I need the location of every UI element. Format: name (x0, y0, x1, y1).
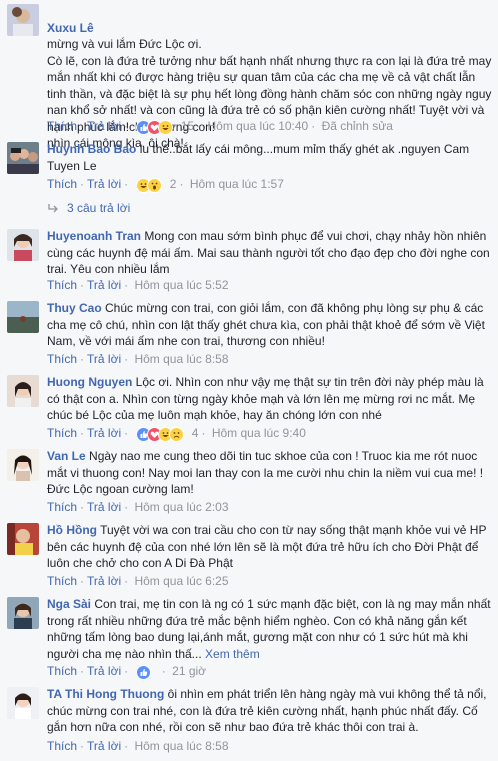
reply-link[interactable]: Trả lời (87, 663, 121, 679)
like-link[interactable]: Thích (47, 425, 77, 441)
comment-actions: Thích · Trả lời · Hôm qua lúc 6:25 (47, 573, 229, 589)
commenter-name[interactable]: Hồ Hồng (47, 523, 97, 537)
avatar[interactable] (7, 229, 39, 261)
reply-link[interactable]: Trả lời (87, 499, 121, 515)
comment-timestamp[interactable]: Hôm qua lúc 8:58 (134, 738, 228, 754)
like-link[interactable]: Thích (47, 118, 77, 134)
avatar[interactable] (7, 375, 39, 407)
comment-actions: Thích · Trả lời · Hôm qua lúc 5:52 (47, 277, 229, 293)
comment-text: Tuyệt vời wa con trai cầu cho con từ nay… (47, 523, 487, 570)
avatar[interactable] (7, 523, 39, 555)
comment-actions: Thích · Trả lời · 2 · Hôm qua lúc 1:57 (47, 175, 284, 194)
commenter-name[interactable]: Thuy Cao (47, 301, 102, 315)
reaction-icons[interactable] (136, 119, 174, 136)
reaction-icons[interactable] (136, 177, 163, 194)
comment-timestamp[interactable]: Hôm qua lúc 1:57 (190, 176, 284, 192)
comment-timestamp[interactable]: Hôm qua lúc 8:58 (134, 351, 228, 367)
see-more-link[interactable]: Xem thêm (205, 647, 260, 661)
commenter-name[interactable]: Nga Sài (47, 597, 91, 611)
comment-timestamp[interactable]: Hôm qua lúc 5:52 (134, 277, 228, 293)
reply-link[interactable]: Trả lời (87, 738, 121, 754)
comment-actions: Thích · Trả lời · 4 · Hôm qua lúc 9:40 (47, 424, 306, 443)
commenter-name[interactable]: Van Le (47, 449, 86, 463)
avatar[interactable] (7, 597, 39, 629)
comment-actions: Thích · Trả lời · Hôm qua lúc 8:58 (47, 351, 229, 367)
commenter-name[interactable]: Huong Nguyen (47, 375, 132, 389)
comment-text: Ngày nao me cung theo dõi tin tuc skhoe … (47, 449, 484, 496)
comment-actions: Thích · Trả lời · Hôm qua lúc 2:03 (47, 499, 229, 515)
avatar-image (7, 687, 39, 719)
reply-link[interactable]: Trả lời (87, 573, 121, 589)
haha-reaction-icon (158, 120, 174, 136)
reaction-count[interactable]: 15 (181, 118, 194, 134)
like-link[interactable]: Thích (47, 663, 77, 679)
reply-arrow-icon (48, 203, 58, 213)
comment-timestamp[interactable]: Hôm qua lúc 2:03 (134, 499, 228, 515)
avatar[interactable] (7, 4, 39, 36)
avatar-image (7, 4, 39, 36)
comment-actions: Thích · Trả lời · 15 · Hôm qua lúc 10:40 · Đã… (47, 117, 393, 136)
avatar-image (7, 449, 39, 481)
reply-link[interactable]: Trả lời (87, 118, 121, 134)
like-reaction-icon (136, 665, 152, 681)
view-replies-link[interactable]: 3 câu trả lời (47, 200, 130, 216)
reaction-icons[interactable] (136, 664, 152, 681)
avatar-image (7, 142, 39, 174)
avatar-image (7, 523, 39, 555)
like-link[interactable]: Thích (47, 176, 77, 192)
like-link[interactable]: Thích (47, 738, 77, 754)
avatar-image (7, 597, 39, 629)
avatar[interactable] (7, 449, 39, 481)
avatar[interactable] (7, 687, 39, 719)
reaction-count[interactable]: 4 (192, 425, 199, 441)
wow-reaction-icon (147, 178, 163, 194)
reply-link[interactable]: Trả lời (87, 351, 121, 367)
commenter-name[interactable]: Huyenoanh Tran (47, 229, 141, 243)
comment-actions: Thích · Trả lời · Hôm qua lúc 8:58 (47, 738, 229, 754)
avatar-image (7, 301, 39, 333)
comment-actions: Thích · Trả lời · · 21 giờ (47, 662, 206, 681)
like-link[interactable]: Thích (47, 351, 77, 367)
reaction-icons[interactable] (136, 426, 185, 443)
like-link[interactable]: Thích (47, 499, 77, 515)
edited-label[interactable]: Đã chỉnh sửa (322, 118, 393, 134)
commenter-name[interactable]: Huynh Bao Bao (47, 142, 136, 156)
reply-link[interactable]: Trả lời (87, 425, 121, 441)
like-link[interactable]: Thích (47, 573, 77, 589)
sad-reaction-icon (169, 427, 185, 443)
reply-link[interactable]: Trả lời (87, 277, 121, 293)
like-link[interactable]: Thích (47, 277, 77, 293)
reply-link[interactable]: Trả lời (87, 176, 121, 192)
comment-timestamp[interactable]: Hôm qua lúc 9:40 (212, 425, 306, 441)
commenter-name[interactable]: TA Thi Hong Thuong (47, 687, 164, 701)
comment-text: Chúc mừng con trai, con giỏi lắm, con đã… (47, 301, 485, 348)
comment-timestamp[interactable]: Hôm qua lúc 6:25 (134, 573, 228, 589)
comment-text: Con trai, mẹ tin con là ng có 1 sức mạnh… (47, 597, 491, 661)
avatar[interactable] (7, 301, 39, 333)
comment-timestamp[interactable]: 21 giờ (172, 663, 206, 679)
avatar[interactable] (7, 142, 39, 174)
avatar-image (7, 229, 39, 261)
reaction-count[interactable]: 2 (170, 176, 177, 192)
comment-timestamp[interactable]: Hôm qua lúc 10:40 (208, 118, 309, 134)
replies-count-label[interactable]: 3 câu trả lời (67, 201, 130, 215)
commenter-name[interactable]: Xuxu Lê (47, 21, 94, 35)
avatar-image (7, 375, 39, 407)
